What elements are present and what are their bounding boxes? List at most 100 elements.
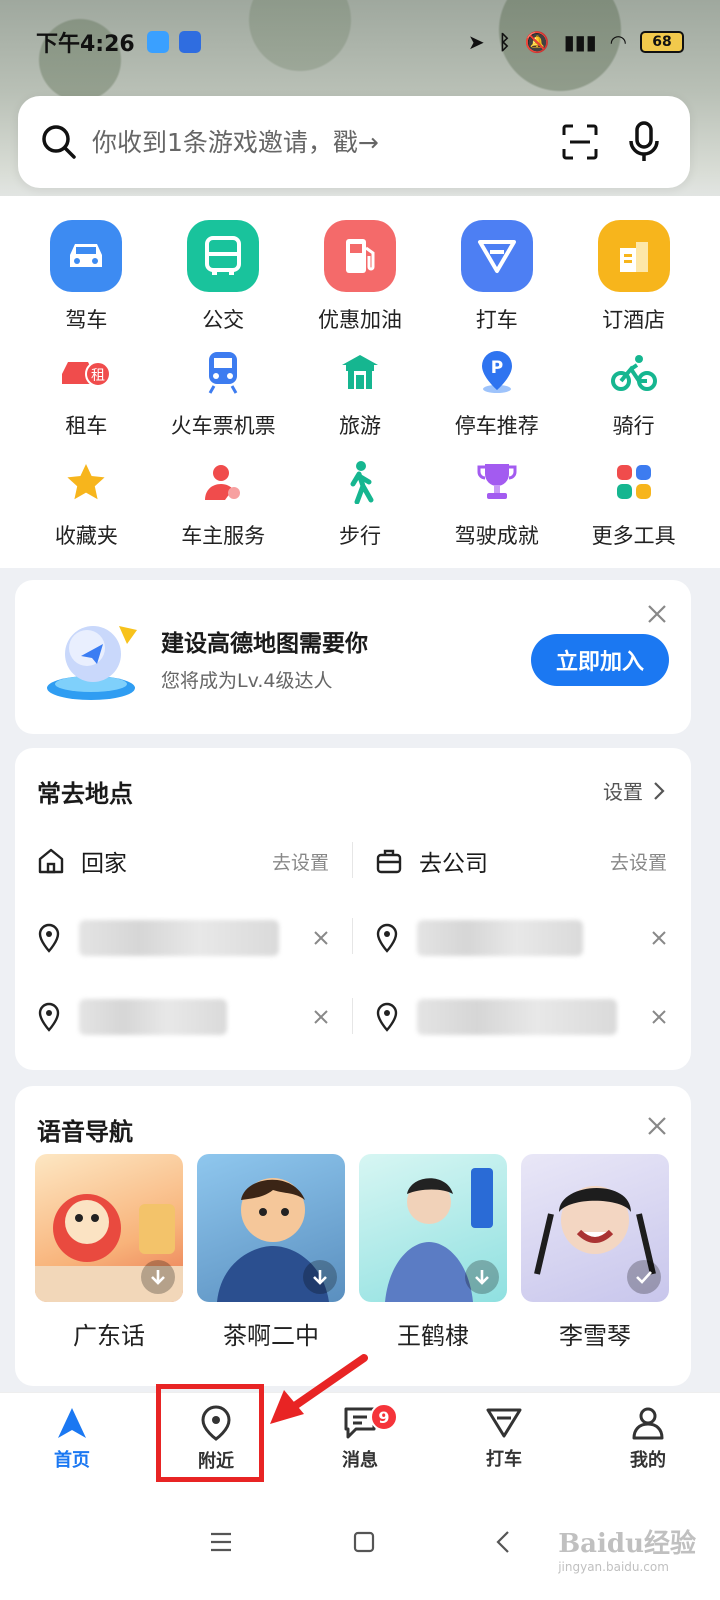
recent-place[interactable] xyxy=(15,982,353,1052)
recent-place[interactable] xyxy=(353,903,691,973)
checkmark-icon[interactable] xyxy=(627,1260,661,1294)
tool-label: 租车 xyxy=(65,414,108,438)
wifi-icon: ◠ xyxy=(610,30,626,54)
voice-search-button[interactable] xyxy=(620,118,668,166)
tool-bus[interactable]: 公交 xyxy=(155,220,292,334)
watermark-logo: Baidu经验 jingyan.baidu.com xyxy=(558,1523,696,1574)
tool-parking[interactable]: P 停车推荐 xyxy=(428,346,565,440)
taxi-icon xyxy=(486,1408,522,1437)
place-row xyxy=(15,903,691,973)
tool-travel[interactable]: 旅游 xyxy=(292,346,429,440)
watermark-main: Baidu经验 xyxy=(558,1529,696,1559)
location-pin-icon xyxy=(376,1002,398,1032)
back-icon[interactable] xyxy=(495,1530,511,1554)
tool-walk[interactable]: 步行 xyxy=(292,456,429,550)
briefcase-icon xyxy=(376,849,402,874)
scan-button[interactable] xyxy=(556,118,604,166)
unread-badge: 9 xyxy=(370,1403,398,1431)
tool-label: 驾驶成就 xyxy=(454,524,539,548)
tool-label: 更多工具 xyxy=(591,524,676,548)
divider xyxy=(352,842,353,878)
section-title: 语音导航 xyxy=(37,1118,133,1146)
home-square-icon[interactable] xyxy=(353,1531,375,1553)
tool-grid: 驾车 公交 优惠加油 打车 订酒店 租 租车 火车票机票 旅游 P 停车推荐 骑… xyxy=(0,196,720,568)
tab-taxi[interactable]: 打车 xyxy=(432,1393,576,1484)
chevron-right-icon xyxy=(654,781,665,800)
banner-title: 建设高德地图需要你 xyxy=(161,631,368,657)
home-set-link[interactable]: 去设置 xyxy=(272,848,329,875)
download-icon[interactable] xyxy=(303,1260,337,1294)
voice-pack-wang-hedi[interactable]: 王鹤棣 xyxy=(359,1154,507,1351)
tab-home[interactable]: 首页 xyxy=(0,1393,144,1484)
tool-label: 公交 xyxy=(202,308,245,332)
tool-drive[interactable]: 驾车 xyxy=(18,220,155,334)
status-bar: 下午4:26 ➤ ᛒ 🔕 ▮▮▮ ◠ 68 xyxy=(0,0,720,84)
highlight-annotation xyxy=(156,1384,264,1482)
places-settings-link[interactable]: 设置 xyxy=(603,776,665,805)
voice-thumbnail xyxy=(35,1154,183,1302)
nav-label: 消息 xyxy=(342,1449,378,1471)
tab-profile[interactable]: 我的 xyxy=(576,1393,720,1484)
user-icon xyxy=(632,1407,664,1439)
voice-pack-cantonese[interactable]: 广东话 xyxy=(35,1154,183,1351)
menu-icon[interactable] xyxy=(209,1531,233,1553)
download-icon[interactable] xyxy=(141,1260,175,1294)
company-set-link[interactable]: 去设置 xyxy=(610,848,667,875)
tool-label: 收藏夹 xyxy=(54,524,118,548)
tool-bike[interactable]: 骑行 xyxy=(565,346,702,440)
remove-icon[interactable] xyxy=(313,930,329,946)
hotel-icon xyxy=(597,220,670,292)
voice-pack-li-xueqin[interactable]: 李雪琴 xyxy=(521,1154,669,1351)
recent-place[interactable] xyxy=(353,982,691,1052)
signal-icon: ▮▮▮ xyxy=(563,30,597,54)
tool-rent-car[interactable]: 租 租车 xyxy=(18,346,155,440)
home-place[interactable]: 回家 去设置 xyxy=(15,826,353,896)
tool-fuel[interactable]: 优惠加油 xyxy=(292,220,429,334)
redacted-address xyxy=(79,920,279,956)
frequent-places-card: 常去地点 设置 回家 去设置 去公司 去设置 xyxy=(15,748,691,1070)
voice-label: 广东话 xyxy=(73,1322,145,1350)
remove-icon[interactable] xyxy=(651,930,667,946)
search-icon xyxy=(42,125,76,159)
svg-text:租: 租 xyxy=(91,368,105,384)
car-owner-icon xyxy=(197,456,249,508)
tool-train[interactable]: 火车票机票 xyxy=(155,346,292,440)
close-icon[interactable] xyxy=(645,602,669,626)
car-icon xyxy=(50,220,123,292)
tool-more[interactable]: 更多工具 xyxy=(565,456,702,550)
redacted-address xyxy=(79,999,227,1035)
walk-icon xyxy=(334,456,386,508)
bus-icon xyxy=(187,220,260,292)
voice-label: 李雪琴 xyxy=(559,1322,631,1350)
fuel-icon xyxy=(323,220,396,292)
tool-achievement[interactable]: 驾驶成就 xyxy=(428,456,565,550)
voice-pack-chaa-erzhong[interactable]: 茶啊二中 xyxy=(197,1154,345,1351)
company-place[interactable]: 去公司 去设置 xyxy=(353,826,691,896)
close-icon[interactable] xyxy=(645,1114,669,1138)
location-pin-icon xyxy=(38,1002,60,1032)
nav-label: 我的 xyxy=(630,1449,666,1471)
watermark-sub: jingyan.baidu.com xyxy=(558,1560,669,1574)
tool-taxi[interactable]: 打车 xyxy=(428,220,565,334)
join-button[interactable]: 立即加入 xyxy=(531,634,669,686)
tool-favorites[interactable]: 收藏夹 xyxy=(18,456,155,550)
contributor-banner[interactable]: 建设高德地图需要你 您将成为Lv.4级达人 立即加入 xyxy=(15,580,691,734)
search-input[interactable] xyxy=(92,127,540,157)
download-icon[interactable] xyxy=(465,1260,499,1294)
remove-icon[interactable] xyxy=(313,1009,329,1025)
remove-icon[interactable] xyxy=(651,1009,667,1025)
location-icon: ➤ xyxy=(467,30,485,54)
navigation-arrow-icon xyxy=(58,1407,86,1438)
tool-label: 订酒店 xyxy=(602,308,666,332)
tool-label: 骑行 xyxy=(612,414,655,438)
bluetooth-icon: ᛒ xyxy=(498,30,511,54)
tool-hotel[interactable]: 订酒店 xyxy=(565,220,702,334)
tool-label: 步行 xyxy=(338,524,381,548)
tool-car-owner[interactable]: 车主服务 xyxy=(155,456,292,550)
search-bar[interactable] xyxy=(18,96,690,188)
tool-label: 车主服务 xyxy=(181,524,266,548)
recent-place[interactable] xyxy=(15,903,353,973)
divider xyxy=(352,918,353,954)
bike-icon xyxy=(608,346,660,398)
redacted-address xyxy=(417,920,583,956)
